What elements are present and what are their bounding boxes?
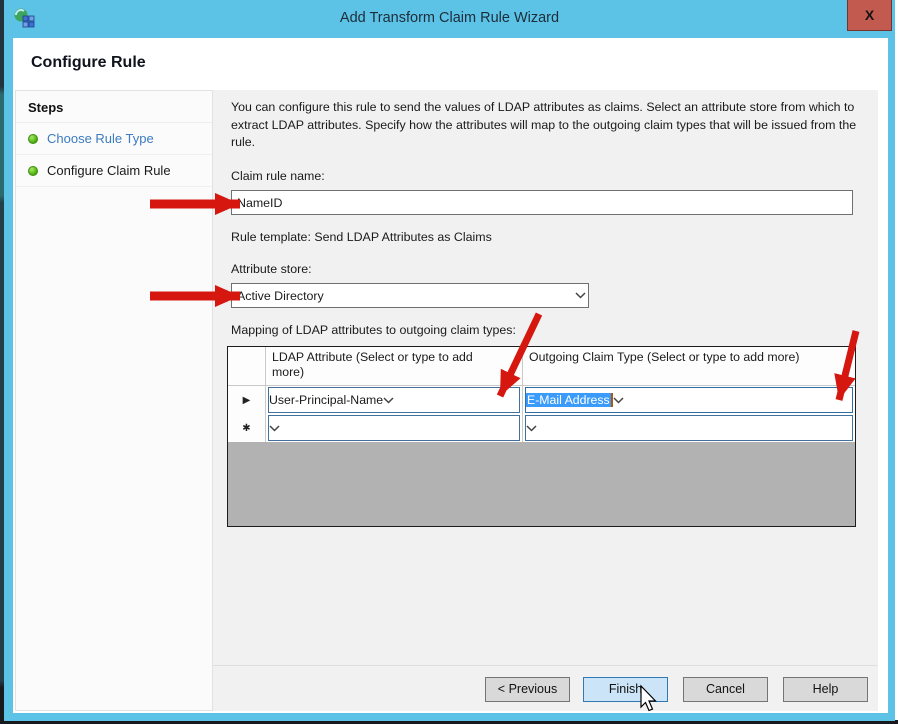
wizard-button-bar: < Previous Finish Cancel Help bbox=[213, 665, 878, 711]
attribute-store-combobox[interactable]: Active Directory bbox=[231, 283, 589, 308]
window-title: Add Transform Claim Rule Wizard bbox=[4, 10, 895, 26]
new-row-indicator-icon: ✱ bbox=[228, 414, 266, 442]
ldap-attribute-column-header: LDAP Attribute (Select or type to add mo… bbox=[266, 347, 523, 386]
steps-heading: Steps bbox=[16, 91, 212, 123]
chevron-down-icon[interactable] bbox=[269, 421, 280, 435]
outgoing-claim-type-combobox-row2[interactable] bbox=[525, 415, 853, 441]
mapping-table-header-row: LDAP Attribute (Select or type to add mo… bbox=[228, 347, 855, 386]
steps-sidebar: Steps Choose Rule Type Configure Claim R… bbox=[15, 90, 213, 711]
ldap-attribute-combobox-row1[interactable]: User-Principal-Name bbox=[268, 387, 520, 413]
row-selector-header-cell bbox=[228, 347, 266, 386]
chevron-down-icon[interactable] bbox=[613, 393, 624, 407]
claim-rule-name-label: Claim rule name: bbox=[231, 169, 325, 183]
claim-rule-name-input[interactable] bbox=[231, 190, 853, 215]
outgoing-claim-type-value: E-Mail Address bbox=[526, 393, 611, 407]
add-transform-claim-rule-wizard-dialog: Add Transform Claim Rule Wizard X Config… bbox=[4, 0, 895, 721]
screen: Add Transform Claim Rule Wizard X Config… bbox=[0, 0, 898, 724]
close-icon: X bbox=[865, 7, 874, 23]
outgoing-claim-type-combobox-row1[interactable]: E-Mail Address bbox=[525, 387, 853, 413]
step-label: Choose Rule Type bbox=[47, 131, 154, 146]
step-complete-icon bbox=[28, 134, 38, 144]
cancel-button[interactable]: Cancel bbox=[683, 677, 768, 702]
sidebar-item-configure-claim-rule[interactable]: Configure Claim Rule bbox=[16, 155, 212, 187]
dialog-body: Configure Rule Steps Choose Rule Type Co… bbox=[13, 38, 888, 713]
mapping-table-label: Mapping of LDAP attributes to outgoing c… bbox=[231, 323, 516, 337]
rule-template-text: Rule template: Send LDAP Attributes as C… bbox=[231, 230, 492, 244]
previous-button[interactable]: < Previous bbox=[485, 677, 570, 702]
ldap-attribute-combobox-row2[interactable] bbox=[268, 415, 520, 441]
step-label: Configure Claim Rule bbox=[47, 163, 171, 178]
help-button[interactable]: Help bbox=[783, 677, 868, 702]
chevron-down-icon[interactable] bbox=[572, 292, 588, 299]
chevron-down-icon[interactable] bbox=[526, 421, 537, 435]
finish-button[interactable]: Finish bbox=[583, 677, 668, 702]
table-row: ✱ bbox=[228, 414, 855, 442]
step-complete-icon bbox=[28, 166, 38, 176]
outgoing-claim-type-column-header: Outgoing Claim Type (Select or type to a… bbox=[523, 347, 855, 386]
main-panel: You can configure this rule to send the … bbox=[213, 90, 878, 711]
attribute-store-value: Active Directory bbox=[232, 289, 572, 303]
sidebar-item-choose-rule-type[interactable]: Choose Rule Type bbox=[16, 123, 212, 155]
close-button[interactable]: X bbox=[847, 0, 892, 31]
ldap-attribute-value: User-Principal-Name bbox=[269, 393, 383, 407]
chevron-down-icon[interactable] bbox=[383, 393, 394, 407]
titlebar[interactable]: Add Transform Claim Rule Wizard X bbox=[4, 0, 895, 38]
rule-description-text: You can configure this rule to send the … bbox=[231, 99, 871, 152]
page-title: Configure Rule bbox=[31, 54, 146, 72]
current-row-indicator-icon: ▶ bbox=[228, 386, 266, 414]
ldap-mapping-table: LDAP Attribute (Select or type to add mo… bbox=[227, 346, 856, 527]
table-row: ▶ User-Principal-Name E-Mail Ad bbox=[228, 386, 855, 414]
attribute-store-label: Attribute store: bbox=[231, 262, 312, 276]
